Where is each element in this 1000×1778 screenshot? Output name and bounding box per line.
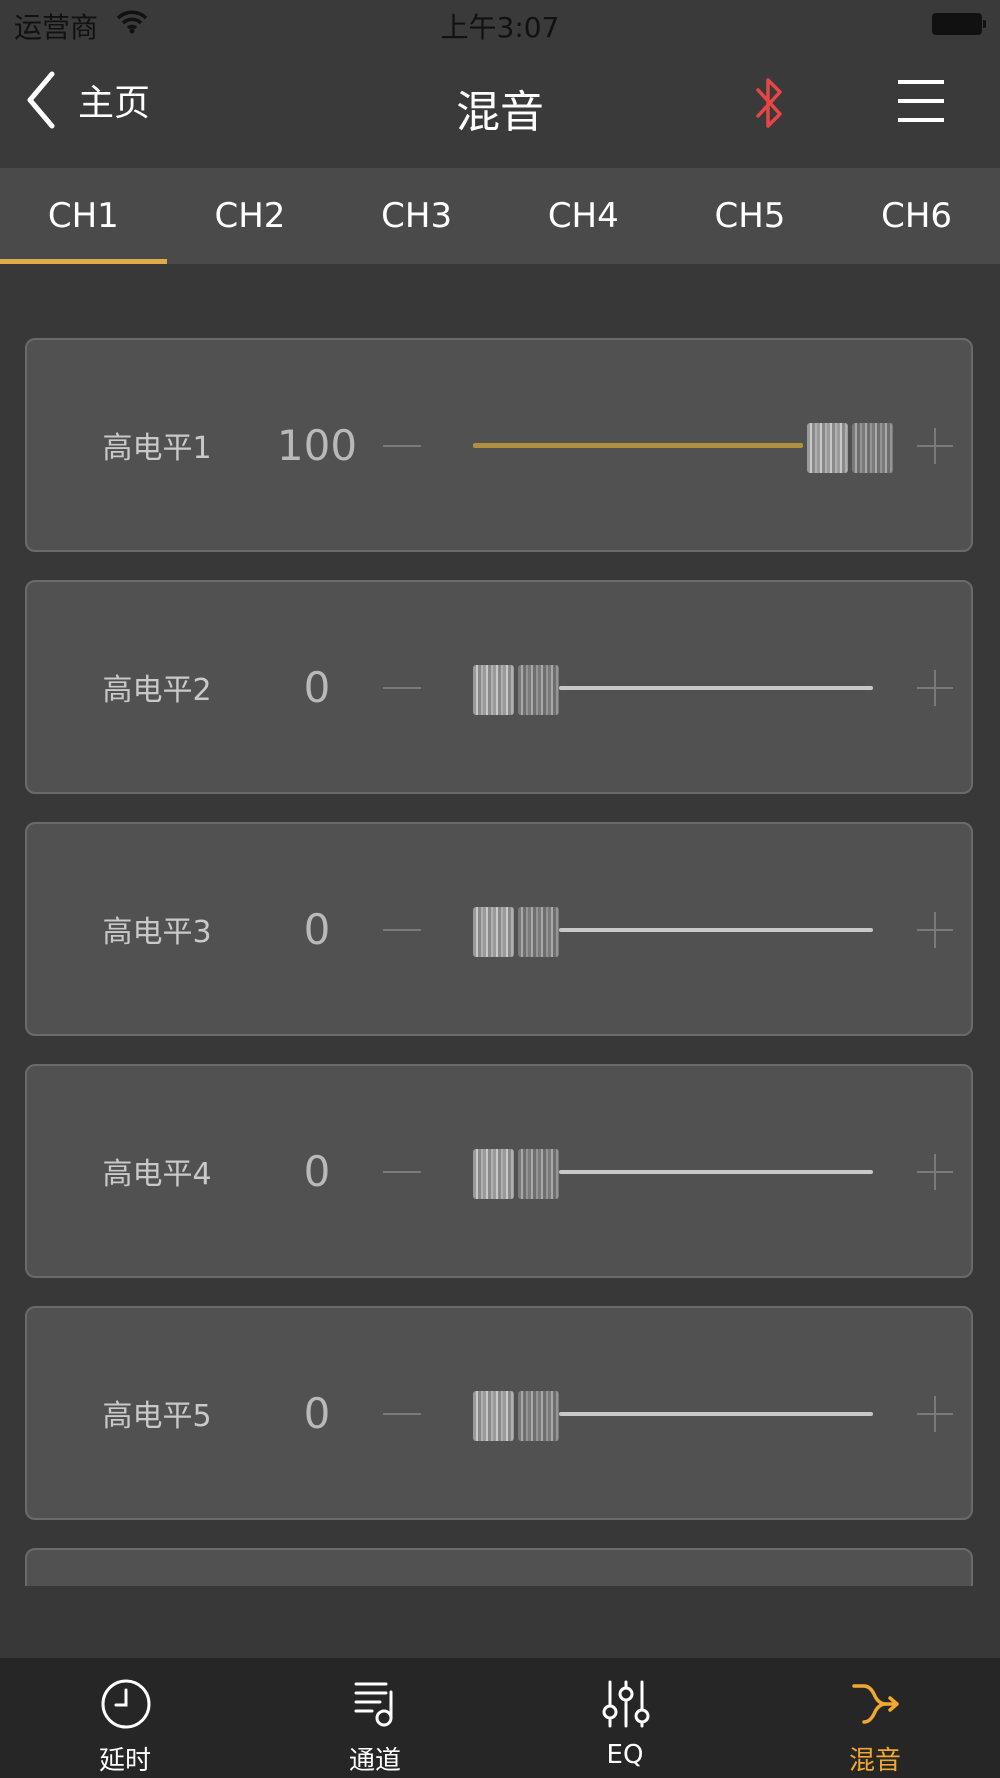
slider-thumb[interactable] — [473, 665, 559, 715]
tab-label: 延时 — [98, 1746, 151, 1776]
slider-rail — [559, 1170, 873, 1174]
level-slider[interactable] — [473, 1308, 893, 1518]
tab-ch3[interactable]: CH3 — [333, 168, 500, 264]
mixer-row: 高电平2 0 — [25, 580, 973, 794]
row-value: 0 — [303, 1388, 331, 1438]
tab-delay[interactable]: 延时 — [0, 1658, 250, 1778]
level-slider[interactable] — [473, 1066, 893, 1276]
mixer-row: 高电平3 0 — [25, 822, 973, 1036]
mixer-row-partial — [25, 1548, 973, 1586]
increase-button[interactable] — [915, 426, 955, 466]
decrease-button[interactable] — [383, 1402, 423, 1426]
row-label: 高电平4 — [102, 1157, 212, 1192]
mixer-row: 高电平1 100 — [25, 338, 973, 552]
mixer-row: 高电平5 0 — [25, 1306, 973, 1520]
decrease-button[interactable] — [383, 676, 423, 700]
menu-icon[interactable] — [898, 78, 944, 124]
channel-list-icon — [354, 1682, 393, 1727]
clock-icon — [101, 1679, 151, 1729]
increase-button[interactable] — [915, 1394, 955, 1434]
level-slider[interactable] — [473, 340, 893, 550]
status-bar: 运营商 上午3:07 — [0, 0, 1000, 48]
navigation-bar: 主页 混音 — [0, 48, 1000, 168]
slider-thumb[interactable] — [473, 907, 559, 957]
tab-mix[interactable]: 混音 — [750, 1658, 1000, 1778]
tab-ch6[interactable]: CH6 — [833, 168, 1000, 264]
slider-thumb[interactable] — [473, 1391, 559, 1441]
tab-label: 混音 — [848, 1746, 901, 1776]
eq-sliders-icon — [602, 1680, 650, 1728]
row-label: 高电平5 — [102, 1399, 212, 1434]
tab-ch4[interactable]: CH4 — [500, 168, 667, 264]
tab-channel[interactable]: 通道 — [250, 1658, 500, 1778]
battery-icon — [932, 13, 986, 35]
list-bottom-spacer — [0, 1586, 1000, 1658]
clock-time: 上午3:07 — [440, 11, 560, 44]
bluetooth-icon[interactable] — [752, 76, 786, 130]
increase-button[interactable] — [915, 1152, 955, 1192]
increase-button[interactable] — [915, 910, 955, 950]
tab-ch2[interactable]: CH2 — [167, 168, 334, 264]
tab-ch1[interactable]: CH1 — [0, 168, 167, 264]
slider-fill — [473, 443, 803, 448]
level-slider[interactable] — [473, 824, 893, 1034]
slider-rail — [559, 686, 873, 690]
row-value: 0 — [303, 1146, 331, 1196]
slider-rail — [559, 1412, 873, 1416]
slider-thumb[interactable] — [807, 423, 893, 473]
level-slider[interactable] — [473, 582, 893, 792]
page-title: 混音 — [456, 87, 544, 138]
tab-eq[interactable]: EQ — [500, 1658, 750, 1778]
row-label: 高电平2 — [102, 673, 212, 708]
slider-thumb[interactable] — [473, 1149, 559, 1199]
mixer-list[interactable]: 高电平1 100 高电平2 0 高电平3 0 高电平4 0 高电平5 0 — [0, 264, 1000, 1586]
row-value: 100 — [276, 420, 358, 470]
tab-label: EQ — [606, 1740, 644, 1770]
row-value: 0 — [303, 662, 331, 712]
row-value: 0 — [303, 904, 331, 954]
row-label: 高电平1 — [102, 431, 212, 466]
bottom-tab-bar: 延时 通道 EQ 混音 — [0, 1658, 1000, 1778]
mix-merge-icon — [852, 1684, 899, 1724]
mixer-row: 高电平4 0 — [25, 1064, 973, 1278]
slider-rail — [559, 928, 873, 932]
tab-label: 通道 — [348, 1746, 401, 1776]
decrease-button[interactable] — [383, 434, 423, 458]
increase-button[interactable] — [915, 668, 955, 708]
channel-tabs: CH1 CH2 CH3 CH4 CH5 CH6 — [0, 168, 1000, 264]
decrease-button[interactable] — [383, 1160, 423, 1184]
decrease-button[interactable] — [383, 918, 423, 942]
row-label: 高电平3 — [102, 915, 212, 950]
tab-ch5[interactable]: CH5 — [667, 168, 834, 264]
